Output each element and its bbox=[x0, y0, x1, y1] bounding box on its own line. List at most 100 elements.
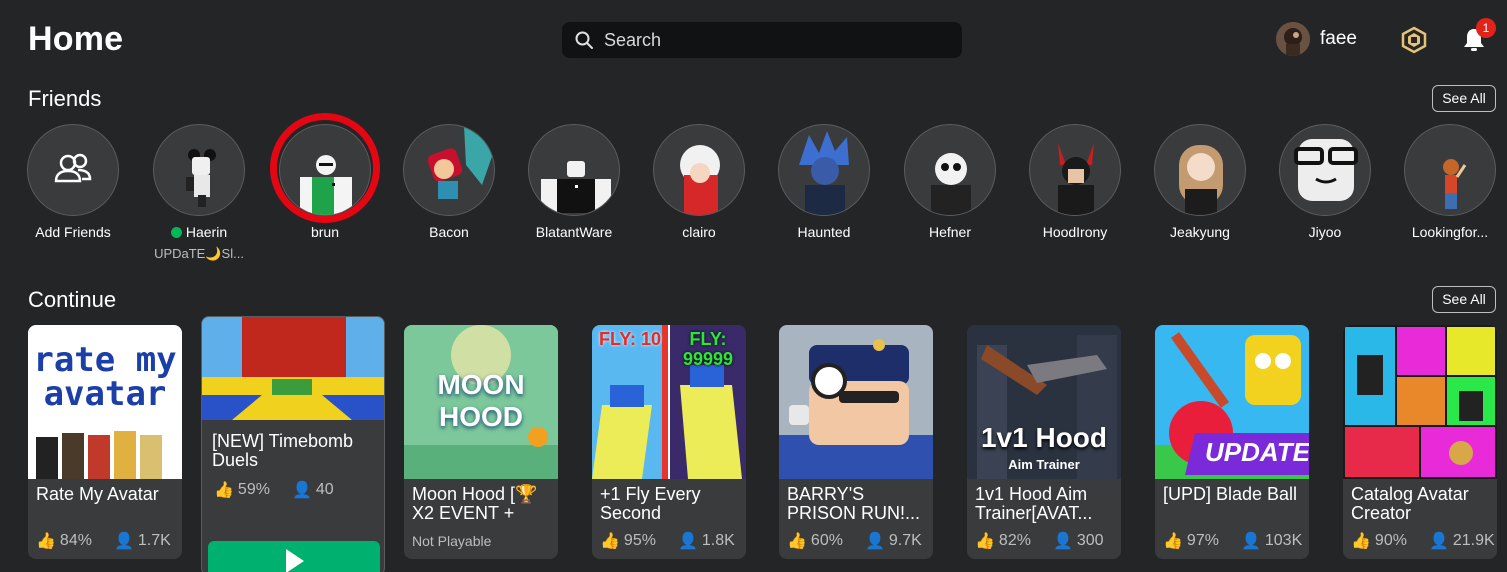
game-status: Not Playable bbox=[412, 533, 492, 549]
game-card-blade-ball[interactable]: UPDATE [UPD] Blade Ball 👍 97% 👤 103K bbox=[1155, 325, 1309, 559]
game-stats: 👍 60% 👤 9.7K bbox=[787, 531, 922, 551]
play-button[interactable] bbox=[208, 541, 380, 572]
thumbnail-text-right: FLY: 99999 bbox=[682, 329, 734, 369]
friend-lookingfor[interactable]: Lookingfor... bbox=[1395, 124, 1505, 240]
game-rating: 84% bbox=[59, 532, 92, 549]
game-players: 1.7K bbox=[137, 532, 171, 549]
friend-name-text: Haerin bbox=[185, 224, 228, 240]
continue-see-all-button[interactable]: See All bbox=[1432, 286, 1496, 313]
search-input[interactable] bbox=[604, 29, 962, 51]
friend-name: brun bbox=[310, 224, 340, 240]
game-stats: 👍 84% 👤 1.7K bbox=[36, 531, 171, 551]
game-title: Moon Hood [🏆X2 EVENT + bbox=[412, 484, 538, 523]
game-stats: 👍 59% 👤 40 bbox=[214, 480, 334, 500]
play-icon bbox=[286, 549, 304, 572]
friend-haunted[interactable]: Haunted bbox=[769, 124, 879, 240]
players-icon: 👤 bbox=[1428, 533, 1449, 550]
thumbnail-text: MOON HOOD bbox=[437, 369, 525, 432]
game-card-barrys-prison-run[interactable]: BARRY'S PRISON RUN!... 👍 60% 👤 9.7K bbox=[779, 325, 933, 559]
friend-avatar bbox=[528, 124, 620, 216]
game-rating: 97% bbox=[1186, 532, 1219, 549]
search-bar[interactable] bbox=[562, 22, 962, 58]
add-friends-icon bbox=[54, 153, 92, 183]
game-players: 21.9K bbox=[1452, 532, 1495, 549]
add-friends-button[interactable]: Add Friends bbox=[18, 124, 128, 240]
thumbs-up-icon: 👍 bbox=[36, 533, 56, 550]
friend-hefner[interactable]: Hefner bbox=[895, 124, 1005, 240]
friend-jeakyung[interactable]: Jeakyung bbox=[1145, 124, 1255, 240]
game-card-catalog-avatar-creator[interactable]: Catalog Avatar Creator 👍 90% 👤 21.9K bbox=[1343, 325, 1497, 559]
game-thumbnail: 1v1 Hood Aim Trainer bbox=[967, 325, 1121, 479]
game-players: 103K bbox=[1264, 532, 1303, 549]
friend-avatar bbox=[653, 124, 745, 216]
online-status-icon bbox=[170, 227, 182, 238]
friend-name: Hefner bbox=[928, 224, 972, 240]
user-profile-link[interactable]: faee bbox=[1276, 22, 1357, 56]
game-stats: 👍 95% 👤 1.8K bbox=[600, 531, 735, 551]
game-title: Rate My Avatar bbox=[36, 484, 159, 504]
game-thumbnail: MOON HOOD bbox=[404, 325, 558, 479]
friend-haerin[interactable]: Haerin UPDaTE🌙Sl... bbox=[144, 124, 254, 262]
game-players: 40 bbox=[315, 481, 334, 498]
friend-clairo[interactable]: clairo bbox=[644, 124, 754, 240]
friend-bacon[interactable]: Bacon bbox=[394, 124, 504, 240]
friend-jiyoo[interactable]: Jiyoo bbox=[1270, 124, 1380, 240]
friends-see-all-button[interactable]: See All bbox=[1432, 85, 1496, 112]
friend-name: Jeakyung bbox=[1170, 224, 1230, 240]
game-stats: 👍 82% 👤 300 bbox=[975, 531, 1104, 551]
friend-name: Lookingfor... bbox=[1411, 224, 1489, 240]
thumbnail-text: 1v1 Hood bbox=[980, 422, 1108, 453]
game-title: Catalog Avatar Creator bbox=[1351, 484, 1469, 523]
game-rating: 60% bbox=[810, 532, 843, 549]
friend-name: HoodIrony bbox=[1042, 224, 1108, 240]
page-title: Home bbox=[28, 20, 124, 58]
friend-brun[interactable]: brun bbox=[270, 124, 380, 240]
friend-name: BlatantWare bbox=[535, 224, 613, 240]
game-title: +1 Fly Every Second bbox=[600, 484, 701, 523]
players-icon: 👤 bbox=[864, 533, 885, 550]
game-title: [UPD] Blade Ball bbox=[1163, 484, 1298, 504]
game-thumbnail: UPDATE bbox=[1155, 325, 1309, 479]
game-card-fly-every-second[interactable]: FLY: 10 FLY: 99999 +1 Fly Every Second 👍… bbox=[592, 325, 746, 559]
user-avatar bbox=[1276, 22, 1310, 56]
thumbs-up-icon: 👍 bbox=[975, 533, 995, 550]
players-icon: 👤 bbox=[1052, 533, 1073, 550]
friend-avatar bbox=[1404, 124, 1496, 216]
game-thumbnail bbox=[202, 317, 384, 420]
thumbnail-text: UPDATE bbox=[1205, 437, 1309, 467]
friend-avatar bbox=[904, 124, 996, 216]
thumbs-up-icon: 👍 bbox=[1351, 533, 1371, 550]
game-players: 300 bbox=[1076, 532, 1104, 549]
game-thumbnail bbox=[779, 325, 933, 479]
game-card-moon-hood[interactable]: MOON HOOD Moon Hood [🏆X2 EVENT + Not Pla… bbox=[404, 325, 558, 559]
friend-name: Jiyoo bbox=[1308, 224, 1342, 240]
game-card-1v1-hood-aim-trainer[interactable]: 1v1 Hood Aim Trainer 1v1 Hood Aim Traine… bbox=[967, 325, 1121, 559]
friend-avatar bbox=[1029, 124, 1121, 216]
friend-status: UPDaTE🌙Sl... bbox=[154, 246, 244, 261]
friend-blatantware[interactable]: BlatantWare bbox=[519, 124, 629, 240]
friend-avatar bbox=[153, 124, 245, 216]
friend-name: Add Friends bbox=[35, 224, 111, 240]
thumbs-up-icon: 👍 bbox=[214, 482, 234, 499]
game-thumbnail bbox=[1343, 325, 1497, 479]
players-icon: 👤 bbox=[677, 533, 698, 550]
friend-avatar bbox=[1154, 124, 1246, 216]
game-players: 1.8K bbox=[701, 532, 735, 549]
robux-icon[interactable] bbox=[1400, 26, 1428, 54]
game-card-rate-my-avatar[interactable]: rate my avatar Rate My Avatar 👍 84% 👤 1.7K bbox=[28, 325, 182, 559]
players-icon: 👤 bbox=[113, 533, 134, 550]
thumbnail-text-left: FLY: 10 bbox=[598, 329, 662, 349]
friend-name: Haerin bbox=[144, 224, 254, 240]
game-stats: 👍 97% 👤 103K bbox=[1163, 531, 1302, 551]
game-thumbnail: rate my avatar bbox=[28, 325, 182, 479]
game-title: 1v1 Hood Aim Trainer[AVAT... bbox=[975, 484, 1093, 523]
thumbs-up-icon: 👍 bbox=[600, 533, 620, 550]
friend-name: Bacon bbox=[429, 224, 469, 240]
game-card-timebomb-duels[interactable]: [NEW] Timebomb Duels 👍 59% 👤 40 bbox=[201, 316, 385, 572]
add-friends-circle bbox=[27, 124, 119, 216]
friend-hoodirony[interactable]: HoodIrony bbox=[1020, 124, 1130, 240]
game-players: 9.7K bbox=[888, 532, 922, 549]
thumbs-up-icon: 👍 bbox=[787, 533, 807, 550]
game-stats: 👍 90% 👤 21.9K bbox=[1351, 531, 1495, 551]
search-icon bbox=[575, 31, 593, 49]
